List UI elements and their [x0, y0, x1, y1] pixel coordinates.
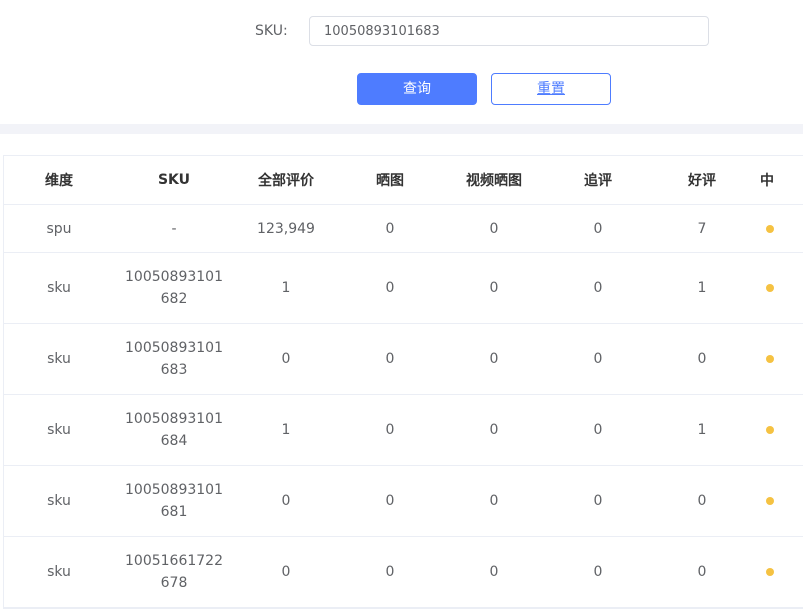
cell-all-reviews: 0 [234, 465, 338, 537]
table-row: sku 10050893101682 1 0 0 0 1 [4, 252, 803, 324]
cell-good-reviews: 0 [650, 323, 754, 395]
section-divider [0, 124, 803, 134]
cell-sku: - [114, 204, 234, 253]
header-neutral-reviews[interactable]: 中 [754, 156, 803, 205]
table-row: sku 10050893101681 0 0 0 0 0 [4, 465, 803, 537]
cell-sku: 10050893101684 [114, 394, 234, 466]
cell-neutral-reviews [754, 394, 803, 466]
sku-value: 10050893101684 [125, 411, 223, 449]
reset-button[interactable]: 重置 [491, 73, 611, 105]
cell-dimension: sku [4, 252, 114, 324]
cell-followup-reviews: 0 [546, 204, 650, 253]
cell-followup-reviews: 0 [546, 323, 650, 395]
status-dot-icon [766, 568, 774, 576]
cell-neutral-reviews [754, 204, 803, 253]
cell-sku: 10050893101681 [114, 465, 234, 537]
cell-all-reviews: 1 [234, 252, 338, 324]
cell-good-reviews: 7 [650, 204, 754, 253]
cell-video-reviews: 0 [442, 536, 546, 608]
cell-neutral-reviews [754, 252, 803, 324]
status-dot-icon [766, 224, 774, 233]
cell-sku: 10050893101683 [114, 323, 234, 395]
cell-all-reviews: 1 [234, 394, 338, 466]
sku-value: 10050893101681 [125, 482, 223, 520]
header-video-reviews[interactable]: 视频晒图 [442, 156, 546, 205]
table-row: sku 10050893101684 1 0 0 0 1 [4, 394, 803, 466]
cell-neutral-reviews [754, 323, 803, 395]
header-photo-reviews[interactable]: 晒图 [338, 156, 442, 205]
table-body: spu -123,949 0 0 0 7 sku 10050893101682 1 0 0 0 1 sku… [4, 204, 803, 608]
cell-sku: 10050893101682 [114, 252, 234, 324]
cell-dimension: sku [4, 536, 114, 608]
cell-dimension: spu [4, 204, 114, 253]
cell-video-reviews: 0 [442, 465, 546, 537]
sku-value: 10050893101683 [125, 340, 223, 378]
header-dimension[interactable]: 维度 [4, 156, 114, 205]
cell-good-reviews: 0 [650, 465, 754, 537]
sku-label: SKU: [255, 23, 288, 39]
sku-value: 10050893101682 [125, 269, 223, 307]
table-row: spu -123,949 0 0 0 7 [4, 204, 803, 253]
cell-good-reviews: 1 [650, 252, 754, 324]
table-row: sku 10050893101683 0 0 0 0 0 [4, 323, 803, 395]
cell-photo-reviews: 0 [338, 323, 442, 395]
cell-all-reviews: 123,949 [234, 204, 338, 253]
cell-followup-reviews: 0 [546, 465, 650, 537]
cell-good-reviews: 0 [650, 536, 754, 608]
status-dot-icon [766, 426, 774, 434]
cell-video-reviews: 0 [442, 204, 546, 253]
cell-video-reviews: 0 [442, 394, 546, 466]
cell-followup-reviews: 0 [546, 394, 650, 466]
cell-neutral-reviews [754, 536, 803, 608]
cell-dimension: sku [4, 465, 114, 537]
header-all-reviews[interactable]: 全部评价 [234, 156, 338, 205]
header-good-reviews[interactable]: 好评 [650, 156, 754, 205]
status-dot-icon [766, 497, 774, 505]
table-row: sku 10051661722678 0 0 0 0 0 [4, 536, 803, 608]
cell-all-reviews: 0 [234, 536, 338, 608]
sku-value: - [171, 220, 177, 237]
cell-video-reviews: 0 [442, 323, 546, 395]
cell-photo-reviews: 0 [338, 204, 442, 253]
sku-input[interactable] [309, 16, 709, 46]
cell-good-reviews: 1 [650, 394, 754, 466]
table-header-row: 维度 SKU 全部评价 晒图 视频晒图 追评 好评 中 [4, 156, 803, 205]
cell-dimension: sku [4, 323, 114, 395]
cell-followup-reviews: 0 [546, 252, 650, 324]
cell-video-reviews: 0 [442, 252, 546, 324]
cell-neutral-reviews [754, 465, 803, 537]
query-button[interactable]: 查询 [357, 73, 477, 105]
results-table: 维度 SKU 全部评价 晒图 视频晒图 追评 好评 中 spu -123,949 0… [3, 155, 803, 609]
cell-all-reviews: 0 [234, 323, 338, 395]
cell-followup-reviews: 0 [546, 536, 650, 608]
cell-photo-reviews: 0 [338, 252, 442, 324]
cell-dimension: sku [4, 394, 114, 466]
header-followup-reviews[interactable]: 追评 [546, 156, 650, 205]
status-dot-icon [766, 284, 774, 292]
header-sku[interactable]: SKU [114, 156, 234, 205]
page: SKU: 查询 重置 维度 SKU 全部评价 晒图 [0, 0, 803, 610]
status-dot-icon [766, 355, 774, 363]
cell-photo-reviews: 0 [338, 536, 442, 608]
search-form: SKU: 查询 重置 [0, 0, 803, 124]
cell-sku: 10051661722678 [114, 536, 234, 608]
cell-photo-reviews: 0 [338, 394, 442, 466]
sku-value: 10051661722678 [125, 553, 223, 591]
cell-photo-reviews: 0 [338, 465, 442, 537]
